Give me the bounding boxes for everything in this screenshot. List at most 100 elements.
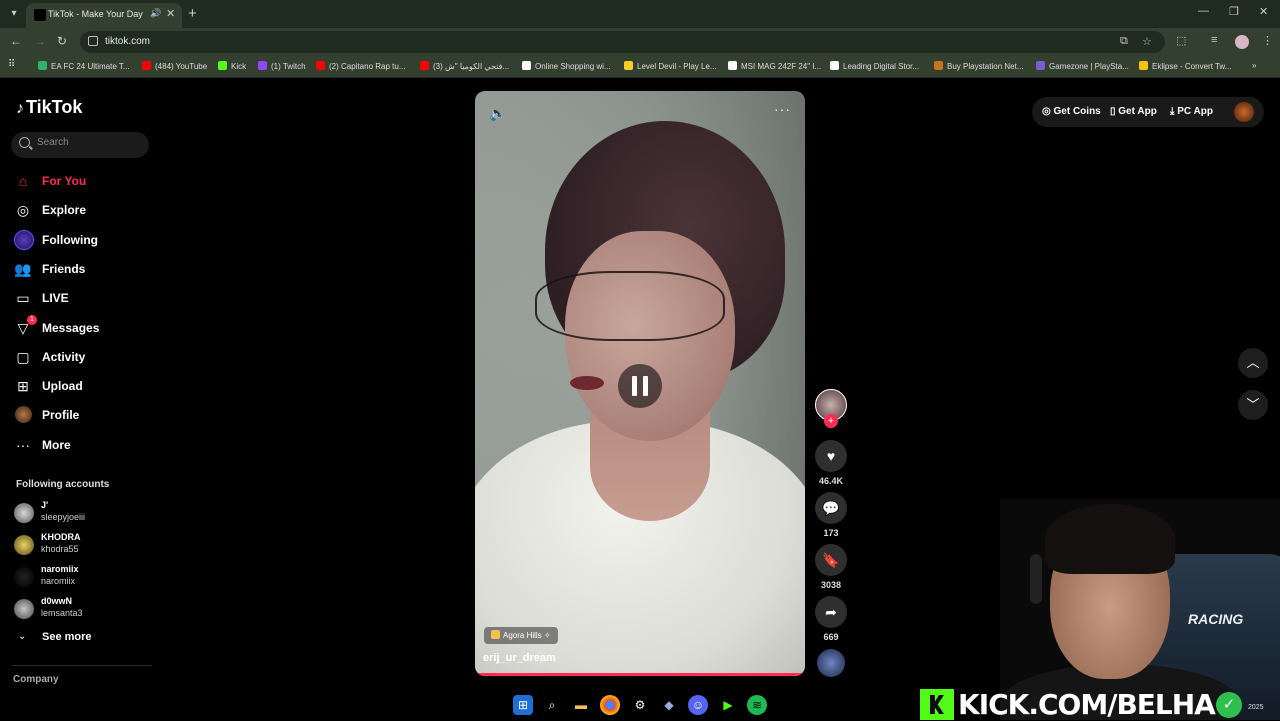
restore-icon[interactable]: ❐	[1229, 5, 1239, 18]
get-coins-button[interactable]: ◎ Get Coins	[1042, 106, 1101, 117]
volume-icon[interactable]: 🔈	[489, 105, 506, 122]
sidebar-item-following[interactable]: Following	[14, 229, 154, 251]
bookmark-favicon-icon	[1139, 61, 1148, 70]
following-account-item[interactable]: d0wwN lemsanta3	[14, 595, 154, 623]
window-close-icon[interactable]: ✕	[1259, 5, 1268, 18]
more-icon: ···	[16, 436, 30, 453]
like-count: 46.4K	[818, 476, 844, 486]
minimize-icon[interactable]: —	[1198, 5, 1209, 17]
get-app-button[interactable]: ▯ Get App	[1110, 106, 1157, 117]
back-icon[interactable]: ←	[10, 34, 22, 48]
tiktok-page: ♪TikTok ⌂ For You ◎ Explore Following 👥 Friend…	[0, 79, 1280, 720]
install-app-icon[interactable]: ⧉	[1120, 35, 1128, 48]
bookmark-item[interactable]: Buy Playstation Net...	[934, 61, 1023, 71]
app-taskbar-icon[interactable]: ⚙	[630, 695, 650, 715]
next-video-button[interactable]: ﹀	[1238, 390, 1268, 420]
taskbar-search-icon[interactable]: ⌕	[542, 695, 562, 715]
new-tab-button[interactable]: +	[188, 5, 197, 22]
media-controls-icon[interactable]: ≡	[1211, 34, 1217, 46]
bookmark-item[interactable]: (3) فتحي الكوميا "ش...	[420, 61, 509, 71]
bookmark-item[interactable]: Leading Digital Stor...	[830, 61, 919, 71]
share-count: 669	[823, 632, 839, 642]
bookmark-label: (1) Twitch	[271, 62, 306, 71]
chrome-taskbar-icon[interactable]	[600, 695, 620, 715]
sidebar-item-friends[interactable]: 👥 Friends	[14, 258, 154, 280]
bookmark-star-icon[interactable]: ☆	[1142, 35, 1152, 48]
see-more-button[interactable]: ⌄ See more	[14, 630, 134, 648]
tab-search-icon[interactable]: ▾	[6, 6, 22, 22]
bookmark-item[interactable]: Level Devil - Play Le...	[624, 61, 717, 71]
kick-taskbar-icon[interactable]: ▶	[718, 695, 738, 715]
address-bar[interactable]: tiktok.com ⧉ ☆	[80, 31, 1165, 53]
spotify-taskbar-icon[interactable]: ≋	[747, 695, 767, 715]
bookmark-item[interactable]: Online Shopping wi...	[522, 61, 611, 71]
video-more-icon[interactable]: ···	[774, 101, 791, 117]
video-glasses	[535, 271, 725, 341]
sidebar-item-live[interactable]: ▭ LIVE	[14, 287, 154, 309]
bookmark-icon[interactable]: 🔖	[815, 544, 847, 576]
sidebar-item-messages[interactable]: ▽ 1 Messages	[14, 314, 154, 339]
following-account-item[interactable]: naromiix naromiix	[14, 563, 154, 591]
browser-tab[interactable]: TikTok - Make Your Day 🔊 ✕	[26, 3, 182, 28]
bookmark-item[interactable]: Kick	[218, 61, 246, 71]
save-count: 3038	[820, 580, 842, 590]
search-box[interactable]	[11, 132, 149, 158]
site-info-icon[interactable]	[88, 36, 98, 46]
discord-taskbar-icon[interactable]: ☺	[688, 695, 708, 715]
user-avatar[interactable]	[1234, 102, 1254, 122]
share-icon[interactable]: ➦	[815, 596, 847, 628]
bookmark-item[interactable]: Gamezone | PlaySta...	[1036, 61, 1129, 71]
sidebar-item-for-you[interactable]: ⌂ For You	[14, 170, 154, 192]
more-bookmarks-icon[interactable]: »	[1252, 61, 1256, 70]
sidebar-item-activity[interactable]: ▢ Activity	[14, 346, 154, 368]
location-tag[interactable]: Agora Hills ✧	[484, 627, 558, 644]
search-input[interactable]	[37, 137, 142, 148]
extensions-icon[interactable]: ⬚	[1176, 34, 1186, 47]
sidebar-item-label: LIVE	[42, 291, 69, 306]
chrome-menu-icon[interactable]: ⋮	[1262, 34, 1273, 47]
chevron-down-icon: ⌄	[18, 631, 27, 642]
sidebar-item-upload[interactable]: ⊞ Upload	[14, 375, 154, 397]
forward-icon[interactable]: →	[34, 34, 46, 48]
pc-app-button[interactable]: ⤓ PC App	[1170, 106, 1213, 117]
tab-close-icon[interactable]: ✕	[166, 7, 175, 20]
bookmark-item[interactable]: (1) Twitch	[258, 61, 306, 71]
tiktok-favicon-icon	[34, 9, 46, 21]
audio-icon[interactable]: 🔊	[150, 8, 161, 19]
reload-icon[interactable]: ↻	[57, 34, 67, 48]
company-link[interactable]: Company	[13, 674, 59, 685]
bookmark-item[interactable]: EA FC 24 Ultimate T...	[38, 61, 130, 71]
tiktok-logo[interactable]: ♪ TikTok	[16, 97, 82, 118]
streamer-hair	[1045, 504, 1175, 574]
pause-button[interactable]	[618, 364, 662, 408]
follow-plus-icon[interactable]: +	[824, 414, 838, 428]
previous-video-button[interactable]: ︿	[1238, 348, 1268, 378]
steam-taskbar-icon[interactable]: ◆	[659, 695, 679, 715]
sidebar-item-label: Following	[42, 232, 98, 247]
account-handle: naromiix	[41, 576, 76, 586]
following-account-item[interactable]: J' sleepyjoeiii	[14, 499, 154, 527]
comment-icon[interactable]: 💬	[815, 492, 847, 524]
apps-grid-icon[interactable]: ⠿	[8, 59, 15, 70]
avatar	[14, 567, 34, 587]
video-player[interactable]: 🔈 ··· Agora Hills ✧ erij_ur_dream	[475, 91, 805, 676]
file-explorer-icon[interactable]: ▬	[571, 695, 591, 715]
music-disc-icon[interactable]	[817, 649, 845, 677]
upload-icon: ⊞	[17, 378, 29, 395]
sidebar-item-profile[interactable]: Profile	[14, 404, 154, 426]
bookmark-label: Leading Digital Stor...	[843, 62, 920, 71]
bookmark-item[interactable]: MSI MAG 242F 24" I...	[728, 61, 821, 71]
chrome-profile-avatar[interactable]	[1235, 35, 1249, 49]
like-heart-icon[interactable]: ♥	[815, 440, 847, 472]
sidebar-item-explore[interactable]: ◎ Explore	[14, 199, 154, 221]
account-handle: sleepyjoeiii	[41, 512, 86, 522]
following-account-item[interactable]: KHODRA khodra55	[14, 531, 154, 559]
video-author[interactable]: erij_ur_dream	[483, 652, 556, 664]
windows-start-icon[interactable]: ⊞	[513, 695, 533, 715]
comment-count: 173	[823, 528, 839, 538]
bookmark-item[interactable]: (484) YouTube	[142, 61, 207, 71]
sidebar-item-more[interactable]: ··· More	[14, 434, 154, 456]
bookmark-item[interactable]: (2) Capitano Rap tu...	[316, 61, 405, 71]
bookmark-item[interactable]: Eklipse - Convert Tw...	[1139, 61, 1231, 71]
video-progress-bar[interactable]	[475, 673, 805, 676]
